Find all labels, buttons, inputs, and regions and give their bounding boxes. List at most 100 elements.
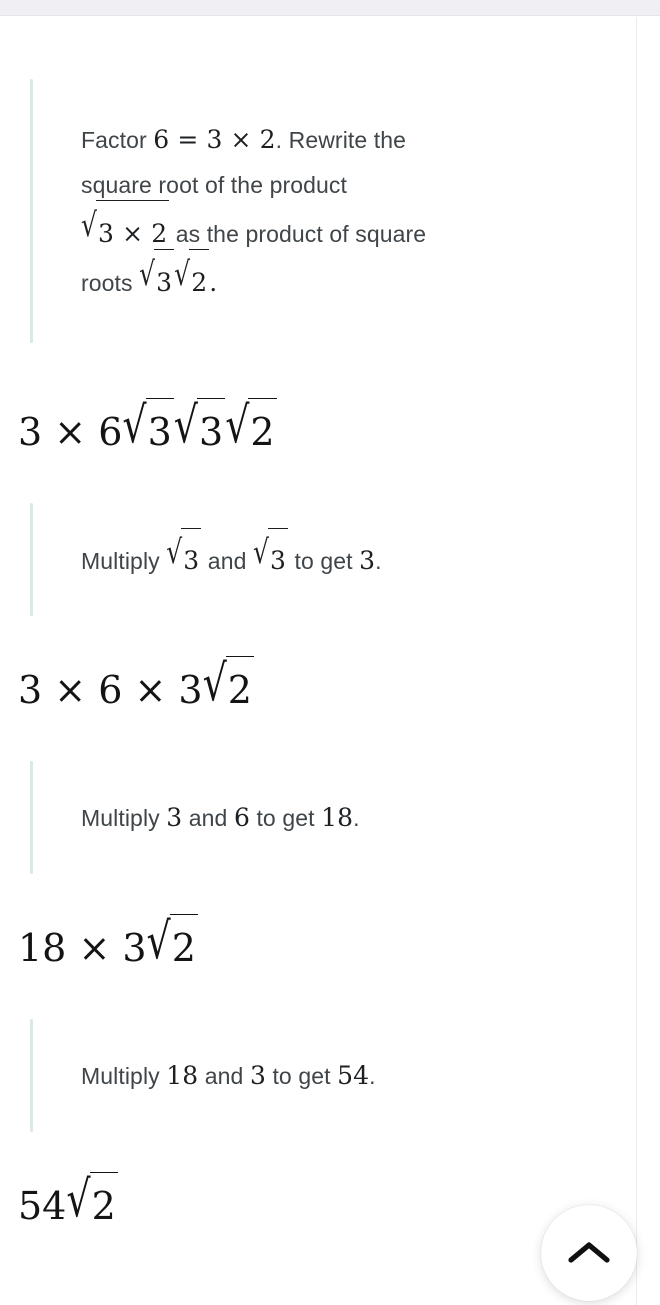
math-value: 18 [321,802,354,832]
math-operator-times: × [42,409,99,454]
math-value: 3 [199,409,224,454]
hint-text-part: square root of the product [81,171,347,198]
hint-text-part: and [182,804,234,831]
hint-text-part: . [375,548,382,574]
math-value: 54 [18,1183,67,1228]
scroll-to-top-button[interactable] [541,1205,637,1301]
radical-sign-icon: √ [174,254,191,293]
sqrt-2: √2 [225,398,277,451]
math-value: 6 [98,409,123,454]
browser-top-strip [0,0,660,16]
step-accent-bar [30,503,33,616]
math-value: 3 [156,267,173,297]
sqrt-2: √2 [203,656,254,709]
math-operator-times: × [42,667,99,712]
radical-sign-icon: √ [81,205,98,244]
sqrt-3: √3 [122,398,174,451]
step-accent-bar [30,761,33,874]
step-1-result-expression: 3 × 6√3√3√2 [18,398,277,454]
math-value: 6 [153,124,170,154]
math-value: 3 [166,802,183,832]
math-value: 18 [166,1060,199,1090]
math-value: 3 [183,546,200,575]
math-value: 3 [206,124,223,154]
hint-text-part: to get [265,1062,338,1089]
math-value: 3 [122,925,147,970]
sqrt-3: √3 [253,527,289,583]
radical-sign-icon: √ [166,532,183,572]
math-value: 3 [270,546,287,575]
solution-content-panel: Factor 6 = 3 × 2. Rewrite the square roo… [0,17,637,1305]
math-value: 3 [147,409,172,454]
math-value: 54 [337,1060,370,1090]
hint-text-part: Multiply [81,1062,167,1089]
step-accent-bar [30,79,33,343]
radicand: 2 [169,914,198,967]
hint-text-part: . [209,267,218,297]
math-value: 2 [227,667,252,712]
radical-sign-icon: √ [146,911,171,970]
step-2-result: 3 × 6 × 3√2 [0,643,636,733]
math-value: 18 [18,925,67,970]
step-2-explanation: Multiply √3 and √3 to get 3. [0,503,636,616]
step-3-result-expression: 18 × 3√2 [18,914,198,970]
math-operator-times: × [114,218,152,248]
hint-text-part: as the product of square [169,220,427,247]
hint-text-part: . [369,1062,376,1089]
sqrt-3: √3 [174,398,226,451]
radicand: 3 [268,527,289,576]
math-value: 6 [98,667,123,712]
step-4-result: 54√2 [0,1159,636,1249]
radical-sign-icon: √ [252,532,269,572]
hint-text-part: and [201,548,253,574]
math-value: 2 [91,1183,116,1228]
hint-text-part: roots [81,269,140,296]
sqrt-3: √3 [139,249,175,305]
step-1-explanation: Factor 6 = 3 × 2. Rewrite the square roo… [0,79,636,343]
radical-sign-icon: √ [225,395,250,454]
math-value: 3 [178,667,203,712]
radical-sign-icon: √ [66,1169,91,1228]
sqrt-3: √3 [166,527,202,583]
radicand: 2 [225,656,254,709]
solution-steps-list: Factor 6 = 3 × 2. Rewrite the square roo… [0,79,636,1249]
hint-text-part: Multiply [81,548,167,574]
math-value: 3 [18,409,43,454]
hint-text-part: to get [249,804,322,831]
chevron-up-icon [567,1239,611,1267]
sqrt-2: √2 [66,1172,118,1225]
math-value: 6 [233,802,250,832]
radicand: 3 [154,249,175,297]
math-value: 3 [18,667,43,712]
step-1-result: 3 × 6√3√3√2 [0,385,636,475]
scrollbar-track[interactable] [638,17,660,1305]
step-4-explanation: Multiply 18 and 3 to get 54. [0,1019,636,1132]
radicand: 3 [197,398,226,451]
math-value: 3 [359,546,376,575]
math-value: 2 [250,409,275,454]
radicand: 2 [189,249,210,297]
step-2-explanation-text: Multiply √3 and √3 to get 3. [81,527,382,584]
radicand: 2 [248,398,277,451]
radicand: 2 [89,1172,118,1225]
math-operator-times: × [222,124,260,154]
math-value: 2 [171,925,196,970]
radicand: 3 [145,398,174,451]
radical-sign-icon: √ [122,395,147,454]
math-value: 2 [151,218,168,248]
math-value: 2 [191,267,208,297]
hint-text-part: and [198,1062,250,1089]
math-operator-times: × [122,667,179,712]
math-value: 3 [98,218,115,248]
radical-sign-icon: √ [202,653,227,712]
math-operator-equals: = [169,124,207,154]
math-operator-times: × [66,925,123,970]
sqrt-2: √2 [174,249,210,305]
radicand: 3 [181,527,202,576]
hint-text-part: . [353,804,360,831]
math-value: 2 [259,124,276,154]
radicand: 3 × 2 [96,200,170,248]
radical-sign-icon: √ [139,254,156,293]
step-3-explanation-text: Multiply 3 and 6 to get 18. [81,795,360,841]
step-4-explanation-text: Multiply 18 and 3 to get 54. [81,1053,376,1099]
